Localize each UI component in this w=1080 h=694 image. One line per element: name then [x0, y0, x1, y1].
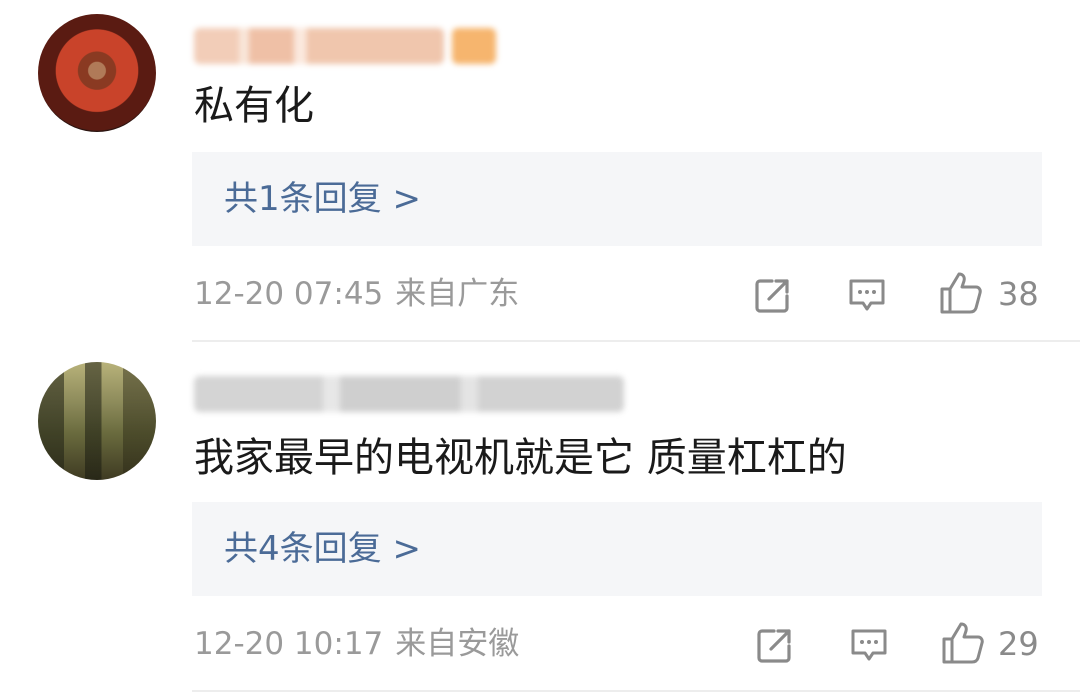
comment-icon[interactable] [848, 624, 890, 666]
comment-text: 私有化 [194, 83, 314, 129]
user-badge [452, 28, 496, 64]
like-count: 38 [998, 275, 1039, 313]
view-replies-link[interactable]: 共1条回复 > [224, 176, 421, 222]
location: 来自广东 [395, 276, 520, 312]
share-icon[interactable] [754, 624, 796, 666]
like-count: 29 [998, 625, 1039, 663]
view-replies-link[interactable]: 共4条回复 > [224, 526, 421, 572]
thumbs-up-icon[interactable] [940, 620, 986, 666]
timestamp: 12-20 10:17 [194, 626, 384, 662]
comment-text: 我家最早的电视机就是它 质量杠杠的 [194, 435, 847, 481]
reply-summary-box[interactable]: 共1条回复 > [192, 152, 1042, 246]
username-blurred[interactable] [194, 376, 624, 412]
divider [192, 690, 1080, 692]
comment-meta: 12-20 07:45 来自广东 [194, 274, 519, 314]
comment-icon[interactable] [846, 274, 888, 316]
comment-item: 我家最早的电视机就是它 质量杠杠的 共4条回复 > 12-20 10:17 来自安… [0, 342, 1080, 694]
comment-item: 私有化 共1条回复 > 12-20 07:45 来自广东 38 [0, 0, 1080, 340]
comment-meta: 12-20 10:17 来自安徽 [194, 624, 519, 664]
avatar[interactable] [38, 14, 156, 132]
avatar[interactable] [38, 362, 156, 480]
timestamp: 12-20 07:45 [194, 276, 384, 312]
thumbs-up-icon[interactable] [938, 270, 984, 316]
reply-summary-box[interactable]: 共4条回复 > [192, 502, 1042, 596]
username-blurred[interactable] [194, 28, 444, 64]
share-icon[interactable] [752, 274, 794, 316]
location: 来自安徽 [395, 626, 520, 662]
